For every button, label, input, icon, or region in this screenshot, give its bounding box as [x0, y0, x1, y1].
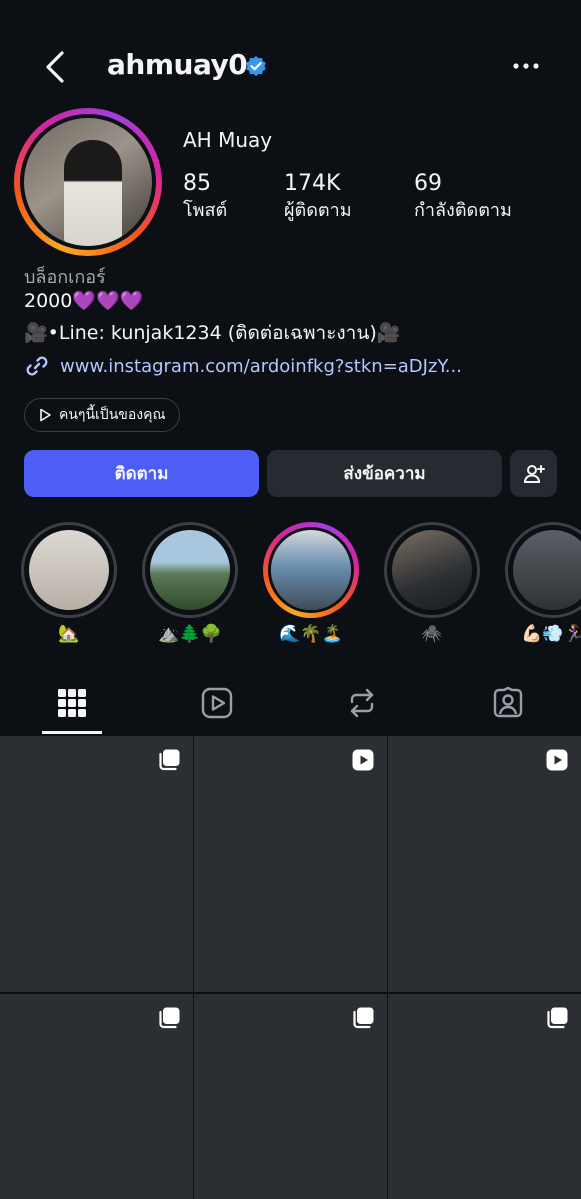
avatar: [24, 118, 152, 246]
carousel-badge-icon: [547, 1007, 568, 1029]
tab-reels[interactable]: [169, 672, 265, 734]
following-count-value: 69: [414, 171, 442, 196]
bio-link-text: www.instagram.com/ardoinfkg?stkn=aDJzY..…: [60, 355, 462, 377]
highlight-cover: [505, 522, 581, 618]
posts-count[interactable]: 85 โพสต์: [183, 170, 227, 224]
profile-username: ahmuay0: [107, 48, 248, 81]
tagged-person-icon: [493, 686, 523, 718]
followers-count[interactable]: 174K ผู้ติดตาม: [284, 170, 352, 224]
highlight-label: 🏡: [58, 624, 80, 644]
following-count[interactable]: 69 กำลังติดตาม: [414, 170, 512, 224]
grid-icon: [58, 689, 86, 717]
followers-count-label: ผู้ติดตาม: [284, 200, 352, 221]
post-thumbnail[interactable]: [388, 736, 581, 992]
highlight-cover-image: [513, 530, 581, 610]
bio-link[interactable]: www.instagram.com/ardoinfkg?stkn=aDJzY..…: [24, 352, 462, 380]
highlight-cover-image: [271, 530, 351, 610]
tab-reposts[interactable]: [314, 672, 410, 734]
posts-count-label: โพสต์: [183, 200, 228, 221]
highlight-cover: [142, 522, 238, 618]
carousel-badge-icon: [159, 1007, 180, 1029]
repost-icon: [350, 688, 374, 718]
posts-count-value: 85: [183, 171, 211, 196]
bio-line: 🎥•Line: kunjak1234 (ติดต่อเฉพาะงาน)🎥: [24, 322, 401, 344]
display-name: AH Muay: [183, 128, 273, 152]
active-tab-indicator: [42, 731, 102, 734]
highlight-cover: [21, 522, 117, 618]
profile-tab-bar: [0, 672, 581, 734]
highlight-item[interactable]: 🌊🌴🏝️: [263, 522, 359, 646]
bio-line: 2000💜💜💜: [24, 290, 144, 312]
suggested-accounts-button[interactable]: [510, 450, 557, 497]
reel-badge-icon: [546, 749, 568, 771]
highlight-label: 💪🏻💨🏃‍♀️: [521, 624, 581, 644]
link-icon: [26, 356, 48, 376]
highlight-cover-image: [392, 530, 472, 610]
highlight-cover: [384, 522, 480, 618]
highlight-label: 🌊🌴🏝️: [279, 624, 343, 644]
add-user-icon: [523, 464, 545, 483]
highlight-cover-image: [29, 530, 109, 610]
carousel-badge-icon: [159, 749, 180, 771]
reels-icon: [201, 687, 233, 719]
carousel-badge-icon: [353, 1007, 374, 1029]
highlight-item[interactable]: ⛰️🌲🌳: [142, 522, 238, 646]
highlight-label: 🕷️: [421, 624, 443, 644]
highlight-cover: [263, 522, 359, 618]
threads-style-chip[interactable]: คนๆนี้เป็นของคุณ: [24, 398, 181, 432]
play-icon: [40, 408, 51, 422]
following-count-label: กำลังติดตาม: [414, 200, 512, 221]
profile-avatar-story-ring[interactable]: [14, 108, 162, 256]
highlight-item[interactable]: 🕷️: [384, 522, 480, 646]
highlight-label: ⛰️🌲🌳: [158, 624, 222, 644]
verified-badge-icon: [246, 56, 266, 77]
tab-grid[interactable]: [24, 672, 120, 734]
highlight-item[interactable]: 💪🏻💨🏃‍♀️: [505, 522, 581, 646]
reel-badge-icon: [352, 749, 374, 771]
post-thumbnail[interactable]: [194, 994, 387, 1199]
profile-category: บล็อกเกอร์: [24, 267, 106, 288]
post-thumbnail[interactable]: [194, 736, 387, 992]
avatar-photo: [64, 140, 122, 246]
highlight-cover-image: [150, 530, 230, 610]
tab-tagged[interactable]: [460, 672, 556, 734]
post-thumbnail[interactable]: [388, 994, 581, 1199]
follow-button[interactable]: ติดตาม: [24, 450, 259, 497]
post-thumbnail[interactable]: [0, 994, 193, 1199]
highlight-item[interactable]: 🏡: [21, 522, 117, 646]
chip-label: คนๆนี้เป็นของคุณ: [59, 407, 166, 423]
top-bar: ahmuay0: [0, 40, 581, 92]
post-thumbnail[interactable]: [0, 736, 193, 992]
followers-count-value: 174K: [284, 171, 341, 196]
back-arrow-icon[interactable]: [40, 50, 70, 84]
post-grid: [0, 736, 581, 1199]
message-button[interactable]: ส่งข้อความ: [267, 450, 502, 497]
more-options-icon[interactable]: [511, 54, 541, 78]
